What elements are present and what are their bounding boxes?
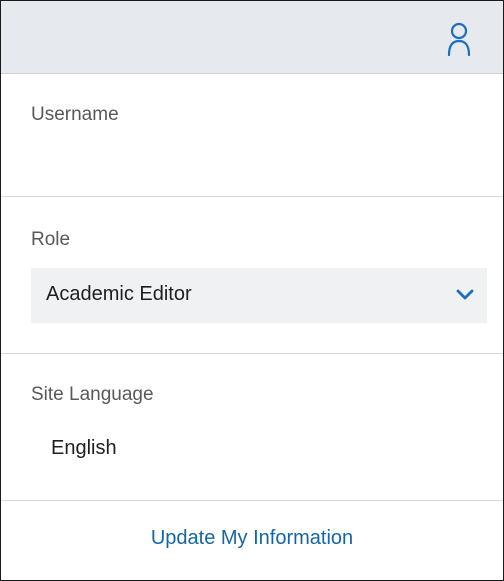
role-select[interactable]: Academic Editor: [31, 268, 487, 323]
user-icon: [447, 22, 471, 57]
language-section: Site Language: [1, 354, 503, 501]
chevron-down-icon: [456, 289, 474, 300]
panel-header: [1, 1, 503, 74]
username-section: Username: [1, 74, 503, 197]
update-my-information-button[interactable]: Update My Information: [1, 527, 503, 550]
site-language-label: Site Language: [31, 384, 154, 405]
site-language-select[interactable]: English: [39, 431, 239, 463]
site-language-value: English: [51, 437, 117, 459]
user-profile-panel: Username Role Academic Editor Site Langu…: [0, 0, 504, 581]
username-label: Username: [31, 104, 119, 125]
role-selected-value: Academic Editor: [46, 283, 192, 305]
user-menu-button[interactable]: [439, 19, 479, 59]
role-label: Role: [31, 229, 71, 250]
